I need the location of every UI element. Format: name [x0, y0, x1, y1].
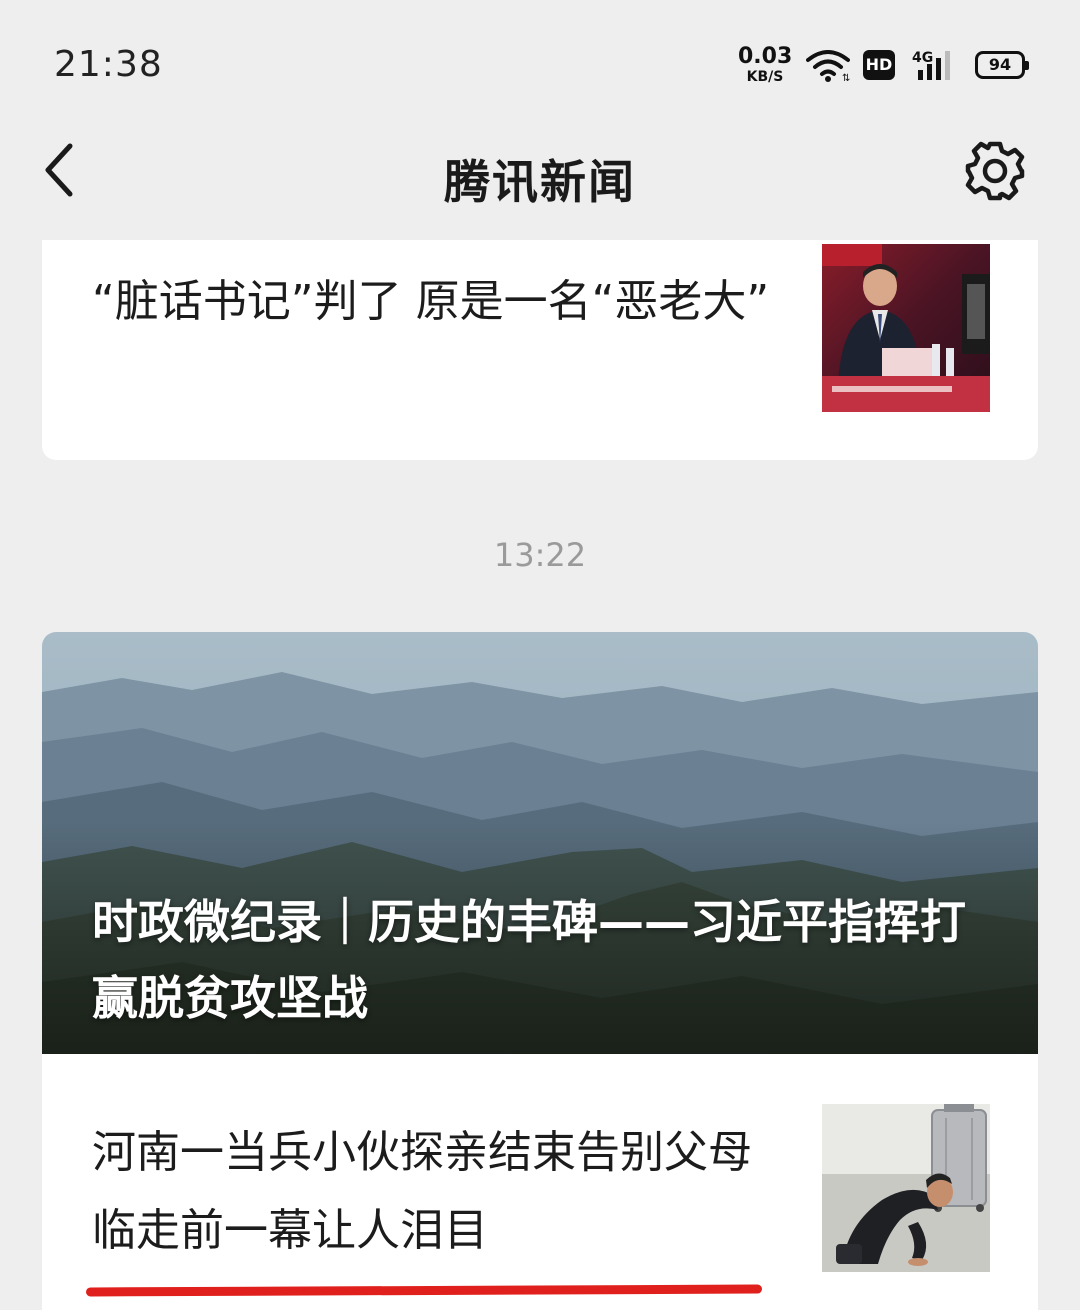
- news-headline[interactable]: 河南一当兵小伙探亲结束告别父母 临走前一幕让人泪目: [92, 1114, 782, 1270]
- news-card: 时政微纪录｜历史的丰碑——习近平指挥打赢脱贫攻坚战 河南一当兵小伙探亲结束告别父…: [42, 632, 1038, 1310]
- hd-icon: HD: [863, 50, 895, 80]
- red-underline-annotation: [85, 1284, 763, 1297]
- svg-text:⇅: ⇅: [842, 73, 850, 82]
- network-speed-value: 0.03: [738, 44, 793, 69]
- feed-timestamp: 13:22: [493, 536, 587, 574]
- news-headline[interactable]: “脏话书记”判了 原是一名“恶老大”: [92, 262, 792, 342]
- network-speed-unit: KB/S: [746, 69, 784, 85]
- news-list-item[interactable]: 河南一当兵小伙探亲结束告别父母 临走前一幕让人泪目: [42, 1054, 1038, 1310]
- top-nav-bar: 腾讯新闻: [0, 120, 1080, 230]
- status-bar: 21:38 0.03 KB/S ⇅ HD 4G 94: [0, 0, 1080, 120]
- settings-button[interactable]: [962, 138, 1028, 204]
- news-thumbnail-anchor[interactable]: [822, 244, 990, 412]
- cellular-signal-icon: 4G: [912, 50, 950, 80]
- news-card[interactable]: “脏话书记”判了 原是一名“恶老大”: [42, 240, 1038, 460]
- featured-news[interactable]: 时政微纪录｜历史的丰碑——习近平指挥打赢脱贫攻坚战: [42, 632, 1038, 1054]
- news-thumbnail-anchor[interactable]: [822, 1104, 990, 1272]
- network-type-label: 4G: [912, 50, 933, 66]
- page-title: 腾讯新闻: [444, 155, 636, 209]
- news-thumbnail-image: [822, 244, 990, 412]
- featured-headline[interactable]: 时政微纪录｜历史的丰碑——习近平指挥打赢脱贫攻坚战: [92, 884, 1002, 1036]
- network-speed-indicator: 0.03 KB/S: [738, 44, 793, 85]
- battery-icon: 94: [975, 51, 1029, 79]
- status-time: 21:38: [54, 44, 163, 85]
- gear-icon: [965, 141, 1025, 201]
- battery-level: 94: [988, 55, 1012, 74]
- wifi-icon: ⇅: [806, 50, 850, 82]
- news-thumbnail-image: [822, 1104, 990, 1272]
